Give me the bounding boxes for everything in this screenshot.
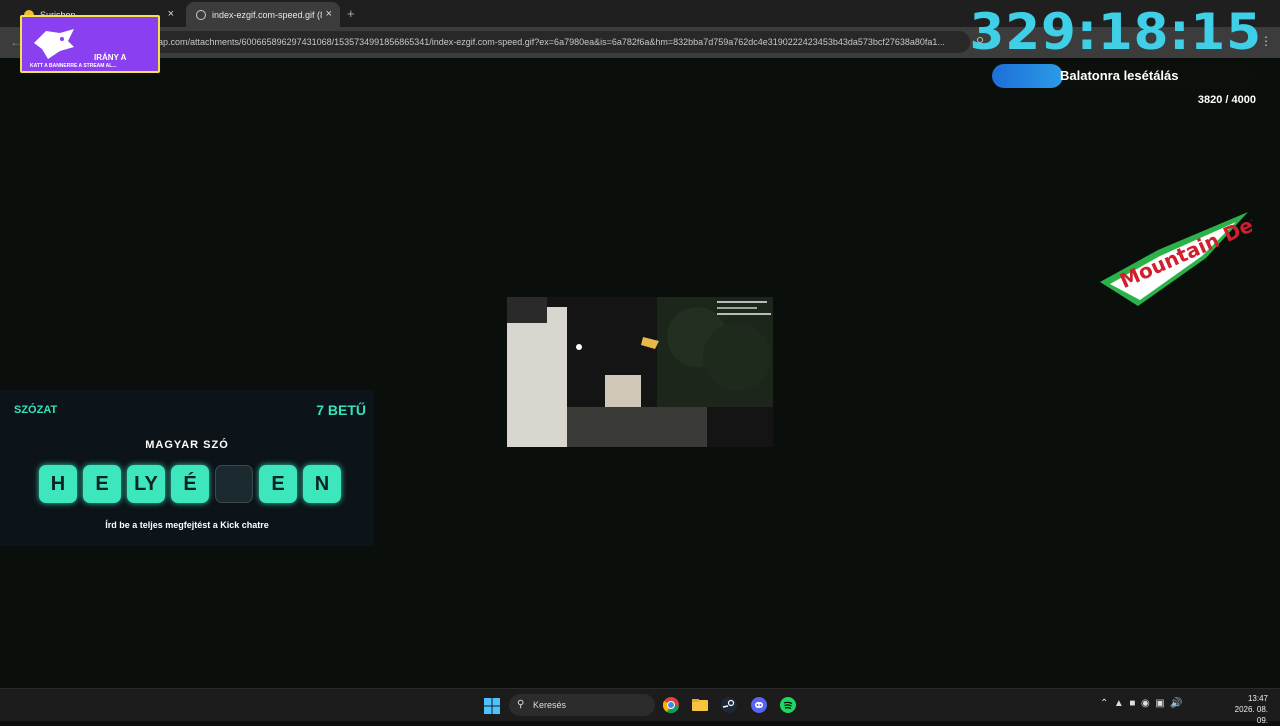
word-game-widget: SZÓZAT 7 BETŰ MAGYAR SZÓ H E LY É E N Ír…: [0, 390, 374, 546]
video-frame: [507, 297, 773, 447]
embedded-video[interactable]: [507, 297, 773, 447]
word-category: MAGYAR SZÓ: [145, 439, 229, 451]
letter-tile: E: [83, 465, 121, 503]
subathon-timer: 329:18:15: [969, 3, 1262, 61]
close-tab-icon[interactable]: ×: [168, 8, 174, 20]
letter-tile: E: [259, 465, 297, 503]
mountain-dew-logo: Mountain Dew: [1100, 210, 1252, 306]
word-game-hint: Írd be a teljes megfejtést a Kick chatre: [105, 520, 269, 530]
windows-start-icon[interactable]: [484, 698, 500, 714]
file-explorer-icon[interactable]: [692, 697, 708, 713]
taskbar-clock[interactable]: 13:47 2026. 08. 09.: [1222, 693, 1268, 726]
chrome-icon[interactable]: [663, 697, 679, 713]
goal-label: Balatonra lesétálás: [1060, 68, 1179, 83]
goal-progress-fill: [992, 64, 1064, 88]
goal-progress-bar: Balatonra lesétálás: [992, 64, 1258, 88]
url-field[interactable]: ap.com/attachments/600665896297431068/15…: [140, 31, 970, 53]
taskbar-search[interactable]: ⚲ Keresés: [509, 694, 655, 716]
tab-label: index-ezgif.com-speed.gif (800: [212, 9, 322, 20]
close-tab-icon[interactable]: ×: [326, 8, 332, 20]
word-length: 7 BETŰ: [316, 402, 366, 418]
clock-time: 13:47: [1247, 694, 1268, 703]
clock-date: 2026. 08. 09.: [1234, 705, 1268, 725]
word-game-title: SZÓZAT: [14, 404, 58, 416]
spotify-icon[interactable]: [780, 697, 796, 713]
steam-icon[interactable]: [721, 697, 737, 713]
stream-banner-ad[interactable]: IRÁNY A KATT A BANNERRE A STREAM AL...: [20, 15, 160, 73]
windows-taskbar: ⚲ Keresés ⌃ ▲ ■ ◉ ▣ 🔊 13:47 2026. 08. 09…: [0, 688, 1280, 725]
letter-tiles: H E LY É E N: [39, 465, 341, 503]
system-tray[interactable]: ⌃ ▲ ■ ◉ ▣ 🔊: [1100, 698, 1183, 709]
new-tab-button[interactable]: +: [347, 6, 355, 21]
logo-text: Mountain Dew: [1116, 210, 1252, 293]
mascot-logo-icon: [34, 29, 74, 59]
letter-tile: É: [171, 465, 209, 503]
banner-subtitle: KATT A BANNERRE A STREAM AL...: [30, 63, 117, 69]
banner-title: IRÁNY A: [94, 53, 127, 62]
goal-count: 3820 / 4000: [1197, 94, 1256, 106]
letter-tile: N: [303, 465, 341, 503]
search-icon: ⚲: [517, 699, 525, 710]
discord-icon[interactable]: [751, 697, 767, 713]
tab-gif[interactable]: index-ezgif.com-speed.gif (800 ×: [186, 2, 340, 27]
search-placeholder: Keresés: [533, 700, 567, 710]
letter-tile: LY: [127, 465, 165, 503]
letter-tile: H: [39, 465, 77, 503]
empty-letter-tile: [215, 465, 253, 503]
globe-icon: [196, 9, 206, 20]
